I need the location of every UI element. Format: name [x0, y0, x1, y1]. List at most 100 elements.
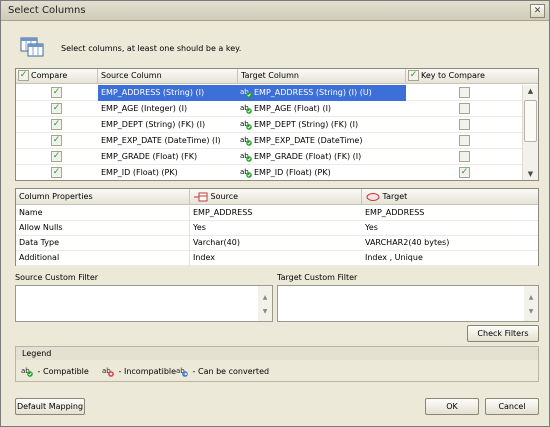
column-properties-header: Column Properties [16, 189, 190, 205]
target-column-cell[interactable]: ab EMP_EXP_DATE (DateTime) [238, 133, 406, 149]
target-column-text: EMP_AGE (Float) (I) [254, 104, 332, 113]
key-checkbox[interactable]: ✓ [459, 167, 470, 178]
compare-cell: ✓ [16, 133, 98, 149]
target-column-text: EMP_EXP_DATE (DateTime) [254, 136, 363, 145]
target-header-label: Target [382, 192, 408, 201]
cancel-button[interactable]: Cancel [485, 398, 539, 415]
source-column-cell[interactable]: EMP_ADDRESS (String) (I) [98, 85, 238, 101]
key-checkbox[interactable] [459, 135, 470, 146]
key-cell [406, 101, 522, 117]
key-column-header[interactable]: ✓ Key to Compare [406, 69, 538, 84]
table-row[interactable]: ✓ EMP_ID (Float) (PK) ab EMP_ID (Float) (PK… [16, 165, 522, 180]
table-row[interactable]: ✓ EMP_GRADE (Float) (FK) ab EMP_GRADE (Floa… [16, 149, 522, 165]
close-button[interactable]: ✕ [530, 4, 545, 18]
compare-checkbox[interactable]: ✓ [51, 119, 62, 130]
target-column-cell[interactable]: ab EMP_ADDRESS (String) (I) (U) [238, 85, 406, 101]
compare-cell: ✓ [16, 149, 98, 165]
compare-cell: ✓ [16, 165, 98, 180]
key-cell [406, 85, 522, 101]
property-label-cell: Allow Nulls [16, 221, 190, 236]
property-row: Data Type Varchar(40) VARCHAR2(40 bytes) [16, 236, 538, 251]
table-row[interactable]: ✓ EMP_AGE (Integer) (I) ab EMP_AGE (Float) … [16, 101, 522, 117]
property-label-cell: Data Type [16, 236, 190, 251]
key-all-checkbox[interactable]: ✓ [408, 70, 419, 81]
column-properties-table: Column Properties Source Target Name EMP_… [15, 188, 539, 266]
key-cell [406, 133, 522, 149]
property-source-cell: Index [193, 253, 216, 262]
target-column-header[interactable]: Target Column [238, 69, 406, 84]
property-source-cell: Varchar(40) [193, 238, 240, 247]
compare-all-checkbox[interactable]: ✓ [18, 70, 29, 81]
legend-incompatible-text: - Incompatible [118, 367, 177, 376]
target-column-cell[interactable]: ab EMP_AGE (Float) (I) [238, 101, 406, 117]
columns-grid-header: ✓ Compare Source Column Target Column ✓ … [16, 69, 538, 84]
legend-convertible-text: - Can be converted [192, 367, 270, 376]
key-checkbox[interactable] [459, 103, 470, 114]
legend-title: Legend [16, 347, 538, 360]
property-target-cell: EMP_ADDRESS [365, 208, 425, 217]
dialog-title: Select Columns [8, 5, 86, 16]
property-label-cell: Additional [16, 251, 190, 266]
key-checkbox[interactable] [459, 151, 470, 162]
target-column-cell[interactable]: ab EMP_ID (Float) (PK) [238, 165, 406, 180]
table-row[interactable]: ✓ EMP_EXP_DATE (DateTime) (I) ab EMP_EXP_DA… [16, 133, 522, 149]
property-target-cell: VARCHAR2(40 bytes) [365, 238, 450, 247]
columns-grid: ✓ Compare Source Column Target Column ✓ … [15, 68, 539, 181]
compare-checkbox[interactable]: ✓ [51, 151, 62, 162]
target-column-cell[interactable]: ab EMP_GRADE (Float) (FK) (I) [238, 149, 406, 165]
target-filter-scrollbar[interactable]: ▲ ▼ [524, 286, 538, 321]
ok-button[interactable]: OK [425, 398, 479, 415]
property-target-cell: Index , Unique [365, 253, 423, 262]
compare-checkbox[interactable]: ✓ [51, 135, 62, 146]
compare-header-label: Compare [31, 71, 68, 80]
title-bar[interactable]: Select Columns ✕ [1, 1, 549, 21]
table-row[interactable]: ✓ EMP_DEPT (String) (FK) (I) ab EMP_DEPT (S… [16, 117, 522, 133]
default-mapping-button[interactable]: Default Mapping [15, 398, 85, 415]
compare-checkbox[interactable]: ✓ [51, 87, 62, 98]
source-header-label: Source [210, 192, 239, 201]
scroll-down-arrow-icon[interactable]: ▼ [524, 168, 537, 180]
legend-panel: Legend ab - Compatible ab - Incompatible… [15, 346, 539, 382]
check-filters-button[interactable]: Check Filters [467, 325, 539, 342]
property-source-cell: Yes [193, 223, 206, 232]
source-filter-label: Source Custom Filter [15, 273, 99, 282]
columns-grid-scrollbar[interactable]: ▲ ▼ [522, 85, 538, 180]
scroll-thumb[interactable] [524, 100, 537, 142]
property-source-cell: EMP_ADDRESS [193, 208, 253, 217]
source-column-cell[interactable]: EMP_ID (Float) (PK) [98, 165, 238, 180]
source-table-icon [194, 192, 208, 201]
compatible-icon: ab [240, 152, 252, 162]
source-filter-scrollbar[interactable]: ▲ ▼ [258, 286, 272, 321]
compatible-icon: ab [240, 120, 252, 130]
compare-checkbox[interactable]: ✓ [51, 167, 62, 178]
compare-checkbox[interactable]: ✓ [51, 103, 62, 114]
target-custom-filter-input[interactable]: ▲ ▼ [277, 285, 539, 322]
source-column-cell[interactable]: EMP_AGE (Integer) (I) [98, 101, 238, 117]
property-row: Allow Nulls Yes Yes [16, 221, 538, 236]
key-checkbox[interactable] [459, 119, 470, 130]
key-cell [406, 149, 522, 165]
table-row[interactable]: ✓ EMP_ADDRESS (String) (I) ab EMP_ADDRESS (… [16, 85, 522, 101]
source-column-cell[interactable]: EMP_GRADE (Float) (FK) [98, 149, 238, 165]
source-column-header[interactable]: Source Column [98, 69, 238, 84]
legend-compatible-text: - Compatible [37, 367, 89, 376]
compare-cell: ✓ [16, 117, 98, 133]
target-db-icon [366, 192, 380, 201]
compatible-icon: ab [240, 136, 252, 146]
scroll-up-arrow-icon[interactable]: ▲ [524, 85, 537, 98]
source-column-cell[interactable]: EMP_DEPT (String) (FK) (I) [98, 117, 238, 133]
property-row: Additional Index Index , Unique [16, 251, 538, 266]
compare-cell: ✓ [16, 101, 98, 117]
key-checkbox[interactable] [459, 87, 470, 98]
key-cell [406, 117, 522, 133]
convertible-icon: ab [240, 88, 252, 98]
legend-compatible: ab - Compatible [21, 365, 89, 378]
source-custom-filter-input[interactable]: ▲ ▼ [15, 285, 273, 322]
target-column-text: EMP_GRADE (Float) (FK) (I) [254, 152, 362, 161]
legend-convertible: ab - Can be converted [176, 365, 269, 378]
compare-column-header[interactable]: ✓ Compare [16, 69, 98, 84]
target-column-cell[interactable]: ab EMP_DEPT (String) (FK) (I) [238, 117, 406, 133]
convertible-icon: ab [176, 367, 188, 377]
compare-cell: ✓ [16, 85, 98, 101]
source-column-cell[interactable]: EMP_EXP_DATE (DateTime) (I) [98, 133, 238, 149]
